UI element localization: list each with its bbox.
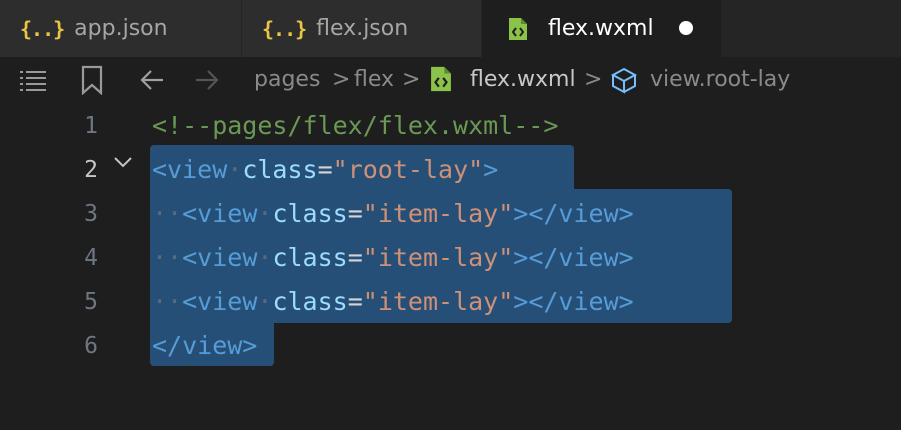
breadcrumb-separator: >: [584, 67, 603, 92]
breadcrumb-item-pages[interactable]: pages: [254, 67, 320, 92]
code-line-4: ··<view·class="item-lay"></view>: [152, 243, 634, 272]
breadcrumb-item-symbol[interactable]: view.root-lay: [650, 67, 790, 92]
line-number: 5: [84, 289, 98, 315]
line-number: 1: [84, 113, 98, 139]
forward-arrow-icon[interactable]: [193, 65, 221, 95]
back-arrow-icon[interactable]: [138, 65, 166, 95]
tab-flex-wxml[interactable]: flex.wxml: [482, 0, 722, 57]
json-braces-icon: {..}: [20, 16, 65, 41]
bookmark-icon[interactable]: [80, 65, 104, 95]
code-line-1: <!--pages/flex/flex.wxml-->: [152, 111, 559, 140]
code-line-6: </view>: [152, 331, 258, 360]
tab-label: flex.wxml: [548, 16, 654, 41]
tab-app-json[interactable]: {..} app.json: [0, 0, 242, 57]
breadcrumb-item-flex[interactable]: flex: [354, 67, 394, 92]
tab-label: flex.json: [316, 16, 409, 41]
fold-chevron-down-icon[interactable]: [112, 154, 134, 170]
line-number-current: 2: [84, 157, 98, 183]
code-editor[interactable]: 1 2 3 4 5 6 <!--pages/flex/flex.wxml--> …: [0, 104, 901, 430]
code-line-2: <view·class="root-lay">: [152, 155, 499, 184]
tab-flex-json[interactable]: {..} flex.json: [242, 0, 482, 57]
wxml-file-icon: [431, 66, 451, 92]
json-braces-icon: {..}: [262, 16, 307, 41]
line-number: 3: [84, 201, 98, 227]
breadcrumb-separator: >: [402, 67, 421, 92]
code-line-5: ··<view·class="item-lay"></view>: [152, 287, 634, 316]
list-icon[interactable]: [18, 65, 48, 95]
wxml-file-icon: [509, 17, 527, 40]
code-line-3: ··<view·class="item-lay"></view>: [152, 199, 634, 228]
tab-bar: {..} app.json {..} flex.json flex.wxml: [0, 0, 901, 57]
tab-label: app.json: [74, 16, 168, 41]
breadcrumb-toolbar: pages > flex > flex.wxml > view.root-lay: [0, 57, 901, 104]
breadcrumb-item-file[interactable]: flex.wxml: [470, 67, 576, 92]
cube-symbol-icon: [610, 67, 638, 94]
line-number: 4: [84, 245, 98, 271]
breadcrumb-separator: >: [332, 67, 351, 92]
unsaved-dot-icon[interactable]: [679, 21, 693, 35]
line-number: 6: [84, 333, 98, 359]
